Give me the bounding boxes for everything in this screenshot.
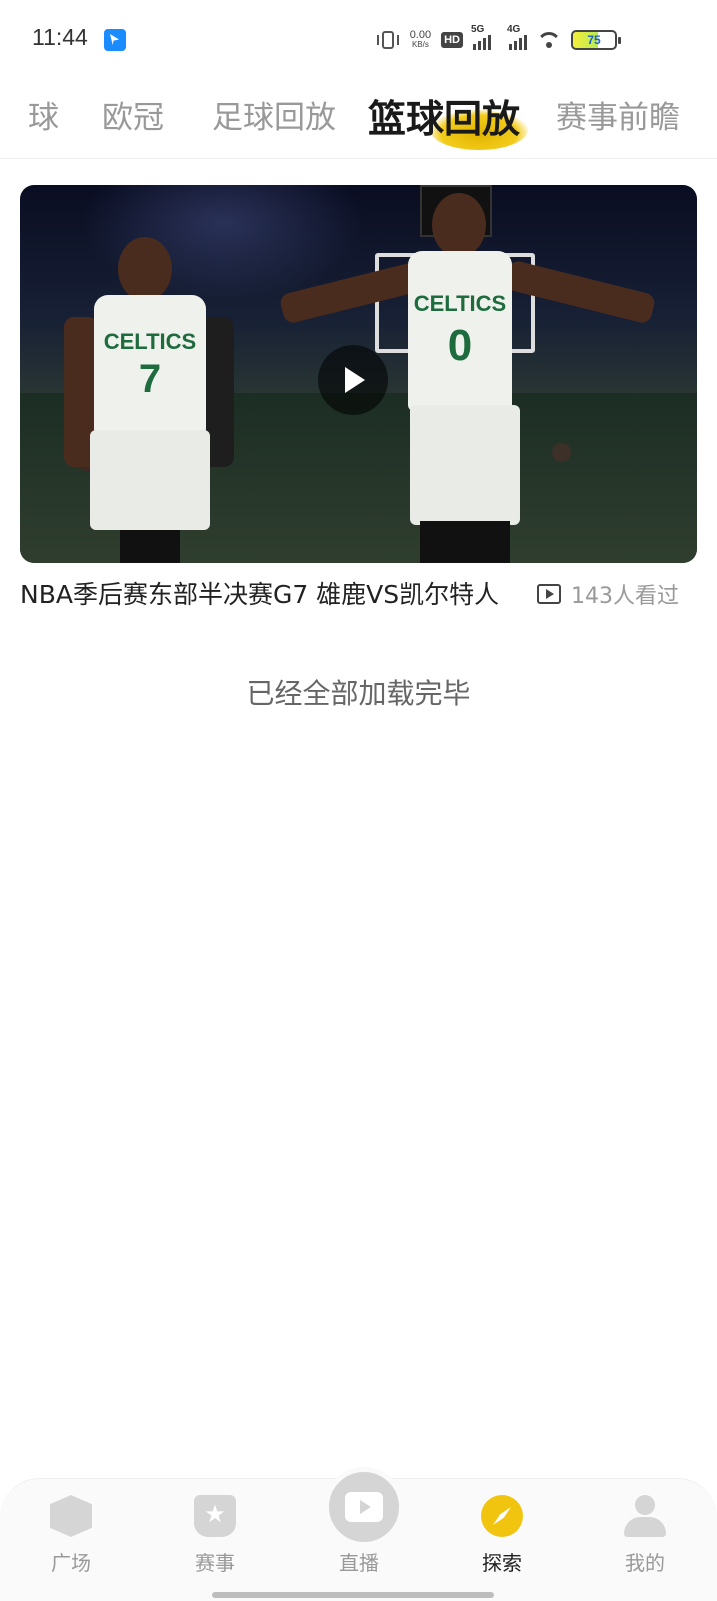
video-title[interactable]: NBA季后赛东部半决赛G7 雄鹿VS凯尔特人	[20, 575, 510, 611]
tab-basketball-partial[interactable]: 球	[28, 92, 59, 137]
home-indicator[interactable]	[212, 1592, 494, 1598]
jersey-right-number: 0	[447, 321, 473, 370]
network-speed-unit: KB/s	[411, 40, 429, 49]
jersey-left-number: 7	[138, 357, 162, 401]
play-button[interactable]	[318, 345, 388, 415]
bottom-navigation: 广场 赛事 直播 探索 我的	[0, 1467, 717, 1601]
video-play-icon	[537, 584, 561, 604]
signal-4g-icon: 4G	[507, 24, 527, 50]
tab-basketball-replay[interactable]: 篮球回放	[368, 88, 520, 143]
nav-events-label: 赛事	[195, 1551, 235, 1575]
player-left: CELTICS 7	[60, 225, 240, 563]
tab-champions-league[interactable]: 欧冠	[102, 92, 164, 137]
tab-match-preview[interactable]: 赛事前瞻	[556, 92, 680, 137]
nav-live-label: 直播	[339, 1551, 379, 1575]
signal-5g-label: 5G	[471, 24, 485, 35]
view-count: 143人看过	[537, 578, 679, 610]
network-speed-value: 0.00	[409, 29, 432, 41]
nav-events[interactable]: 赛事	[160, 1479, 270, 1579]
battery-icon: 75	[571, 30, 621, 50]
network-speed: 0.00 KB/s	[410, 30, 431, 50]
status-time: 11:44	[32, 24, 88, 50]
jersey-left-team: CELTICS	[103, 329, 197, 354]
status-indicators: 0.00 KB/s HD 5G 4G 75	[376, 24, 621, 54]
tab-football-replay[interactable]: 足球回放	[212, 92, 336, 137]
compass-icon	[481, 1495, 523, 1537]
category-tabs: 球 欧冠 足球回放 篮球回放 赛事前瞻	[0, 80, 717, 159]
star-badge-icon	[194, 1495, 236, 1537]
battery-level: 75	[587, 33, 601, 47]
wifi-icon	[537, 30, 561, 50]
hd-icon: HD	[441, 32, 463, 48]
nav-explore[interactable]: 探索	[447, 1479, 557, 1579]
view-count-text: 143人看过	[571, 584, 679, 609]
signal-4g-label: 4G	[507, 24, 521, 35]
status-bar: 11:44 0.00 KB/s HD 5G 4G 75	[0, 0, 717, 80]
nav-mine-label: 我的	[625, 1551, 665, 1575]
user-icon	[624, 1495, 666, 1537]
nav-square[interactable]: 广场	[16, 1479, 126, 1579]
signal-5g-icon: 5G	[471, 24, 491, 50]
video-thumbnail[interactable]: CELTICS 7 CELTICS 0	[20, 185, 697, 563]
box-icon	[50, 1495, 92, 1537]
tv-play-icon[interactable]	[324, 1467, 404, 1547]
nav-mine[interactable]: 我的	[590, 1479, 700, 1579]
end-of-list-message: 已经全部加载完毕	[246, 677, 471, 710]
app-notification-icon	[104, 29, 126, 51]
nav-square-label: 广场	[51, 1551, 91, 1575]
nav-explore-label: 探索	[482, 1551, 522, 1575]
jersey-right-team: CELTICS	[413, 291, 507, 316]
vibrate-icon	[376, 29, 400, 51]
